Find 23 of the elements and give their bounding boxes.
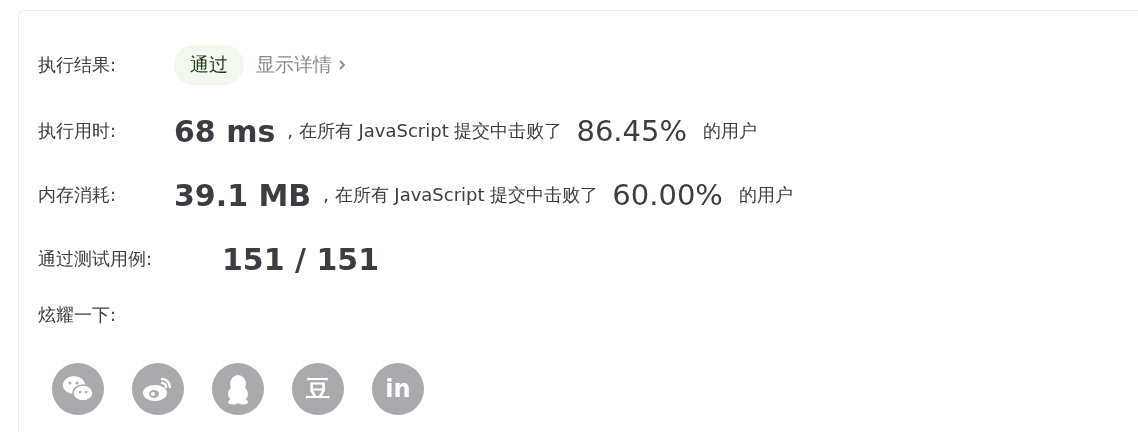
stat-text: , 在所有 JavaScript 提交中击败了 bbox=[287, 119, 563, 143]
stat-text: , 在所有 JavaScript 提交中击败了 bbox=[323, 183, 599, 207]
stat-value: 68 ms bbox=[174, 113, 276, 149]
stat-suffix: 的用户 bbox=[738, 183, 794, 207]
test-count: 151 / 151 bbox=[222, 241, 380, 277]
share-button[interactable] bbox=[132, 363, 184, 415]
share-button[interactable]: 豆 bbox=[292, 363, 344, 415]
share-button[interactable] bbox=[212, 363, 264, 415]
field-label: 内存消耗: bbox=[38, 183, 118, 207]
stat-value: 39.1 MB bbox=[174, 177, 312, 213]
field-label: 通过测试用例: bbox=[38, 247, 154, 271]
percentile-value: 86.45% bbox=[576, 114, 687, 148]
stat-suffix: 的用户 bbox=[703, 119, 758, 143]
field-label: 执行结果: bbox=[38, 53, 118, 77]
status-badge: 通过 bbox=[174, 45, 244, 85]
chat-bubbles-icon bbox=[61, 374, 95, 404]
percentile-value: 60.00% bbox=[612, 178, 723, 212]
share-button[interactable] bbox=[52, 363, 104, 415]
share-button[interactable]: in bbox=[372, 363, 424, 415]
field-label: 炫耀一下: bbox=[38, 303, 118, 327]
chevron-right-icon bbox=[338, 59, 346, 71]
field-label: 执行用时: bbox=[38, 119, 118, 143]
details-link[interactable]: 显示详情 bbox=[256, 52, 346, 78]
